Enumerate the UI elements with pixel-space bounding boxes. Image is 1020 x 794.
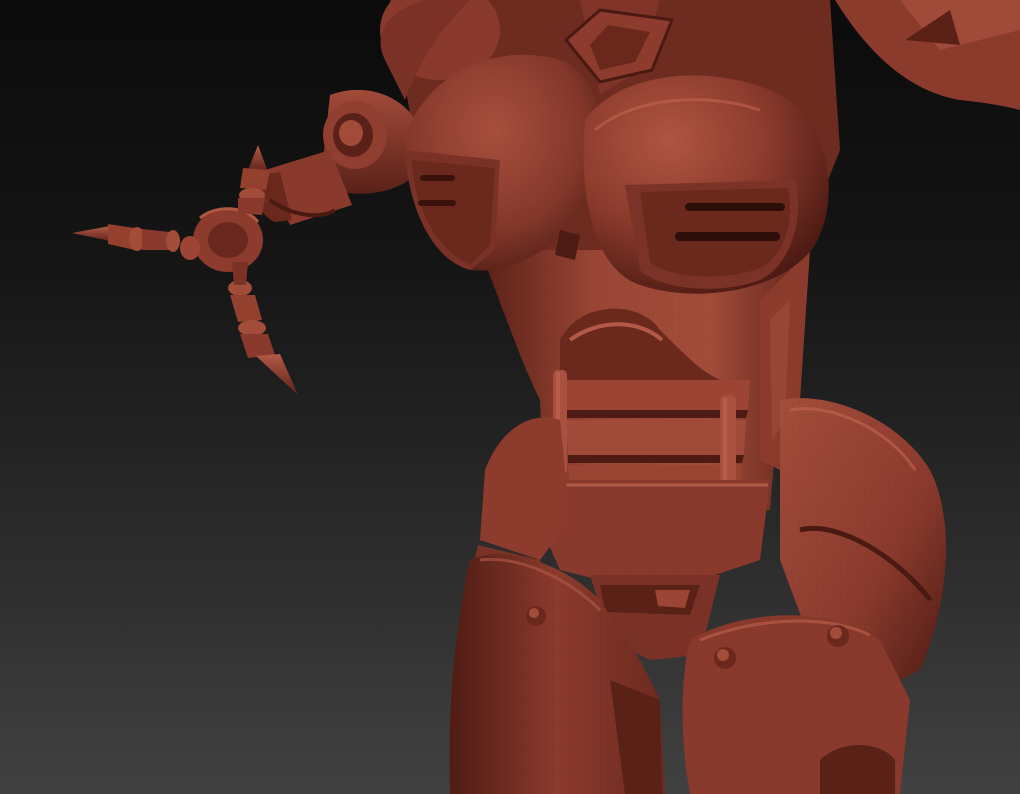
claw-spikes: [72, 145, 298, 395]
left-arm: [180, 89, 420, 272]
sculpt-viewport[interactable]: [0, 0, 1020, 794]
robot-sculpt-render: [72, 0, 1020, 794]
right-thigh: [682, 615, 910, 794]
